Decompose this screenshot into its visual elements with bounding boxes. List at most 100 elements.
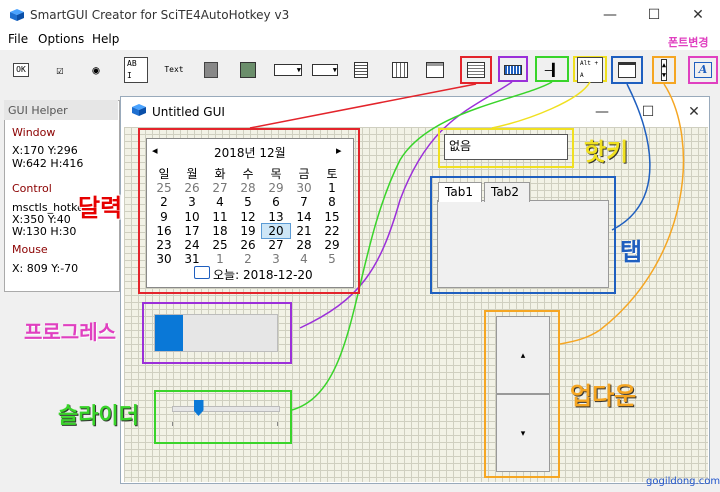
treeview-tool[interactable] [426, 62, 444, 78]
slider-track [172, 406, 280, 412]
listbox-tool[interactable] [354, 62, 368, 78]
calendar-weekday: 목 [270, 167, 282, 181]
calendar-day[interactable]: 1 [206, 252, 234, 266]
calendar-next-button[interactable]: ▸ [336, 144, 342, 157]
updown-down-button[interactable]: ▾ [496, 394, 550, 472]
calendar-day[interactable]: 3 [178, 195, 206, 209]
calendar-day[interactable]: 29 [318, 238, 346, 252]
groupbox-tool[interactable] [204, 62, 218, 78]
calendar-day[interactable]: 27 [206, 181, 234, 195]
calendar-day[interactable]: 16 [150, 224, 178, 238]
calendar-day[interactable]: 25 [150, 181, 178, 195]
helper-mouse-pos: X: 809 Y:-70 [12, 262, 79, 275]
calendar-day[interactable]: 25 [206, 238, 234, 252]
progress-tool[interactable] [504, 62, 522, 78]
helper-mouse-label: Mouse [12, 243, 48, 256]
calendar-day[interactable]: 12 [234, 210, 262, 224]
picture-tool[interactable] [240, 62, 256, 78]
calendar-day[interactable]: 18 [206, 224, 234, 238]
updown-up-button[interactable]: ▴ [496, 316, 550, 394]
calendar-day[interactable]: 1 [318, 181, 346, 195]
calendar-weekday: 수 [242, 167, 254, 181]
calendar-day[interactable]: 26 [178, 181, 206, 195]
calendar-day[interactable]: 9 [150, 210, 178, 224]
calendar-today-link[interactable]: 오늘: 2018-12-20 [213, 266, 313, 283]
calendar-day[interactable]: 24 [178, 238, 206, 252]
calendar-day[interactable]: 4 [290, 252, 318, 266]
calendar-day[interactable]: 6 [262, 195, 290, 209]
calendar-day[interactable]: 30 [290, 181, 318, 195]
picture-icon [240, 62, 256, 78]
annotation-font: 폰트변경 [668, 36, 709, 49]
font-tool[interactable]: A [692, 62, 714, 78]
annotation-calendar: 달력 [78, 194, 123, 222]
calendar-day[interactable]: 14 [290, 210, 318, 224]
calendar-day[interactable]: 28 [290, 238, 318, 252]
menu-help[interactable]: Help [92, 32, 119, 46]
calendar-day[interactable]: 21 [290, 224, 318, 238]
slider-tick-end [277, 422, 278, 426]
slider-tool[interactable]: —▍ [540, 62, 564, 78]
child-minimize-button[interactable]: — [580, 97, 624, 127]
calendar-day[interactable]: 11 [206, 210, 234, 224]
calendar-day[interactable]: 19 [234, 224, 262, 238]
close-button[interactable]: ✕ [676, 0, 720, 30]
checkbox-tool[interactable]: ☑ [52, 62, 68, 78]
menu-options[interactable]: Options [38, 32, 84, 46]
calendar-day-selected[interactable]: 20 [261, 222, 291, 239]
calendar-month-header[interactable]: 2018년 12월 [214, 144, 286, 161]
tab-tool[interactable] [617, 62, 637, 78]
calendar-day[interactable]: 10 [178, 210, 206, 224]
annotation-updown: 업다운 [570, 382, 637, 410]
calendar-day[interactable]: 17 [178, 224, 206, 238]
calendar-day[interactable]: 5 [318, 252, 346, 266]
calendar-day[interactable]: 28 [234, 181, 262, 195]
calendar-day[interactable]: 22 [318, 224, 346, 238]
calendar-day[interactable]: 15 [318, 210, 346, 224]
calendar-day[interactable]: 23 [150, 238, 178, 252]
calendar-day[interactable]: 7 [290, 195, 318, 209]
hotkey-tool[interactable]: Alt + A [577, 57, 603, 83]
calendar-tool[interactable] [466, 62, 486, 78]
listview-tool[interactable] [392, 62, 408, 78]
calendar-day[interactable]: 4 [206, 195, 234, 209]
calendar-day[interactable]: 5 [234, 195, 262, 209]
tab-1[interactable]: Tab1 [438, 182, 482, 202]
minimize-button[interactable]: — [588, 0, 632, 30]
tab-2[interactable]: Tab2 [484, 182, 530, 202]
child-maximize-button[interactable]: ☐ [626, 97, 670, 127]
calendar-day[interactable]: 26 [234, 238, 262, 252]
calendar-day[interactable]: 31 [178, 252, 206, 266]
combobox-icon: ▼ [312, 64, 338, 76]
updown-icon: ▲ ▼ [660, 59, 668, 81]
child-close-button[interactable]: ✕ [672, 97, 716, 127]
annotation-hotkey: 핫키 [584, 138, 629, 166]
calendar-day[interactable]: 8 [318, 195, 346, 209]
maximize-button[interactable]: ☐ [632, 0, 676, 30]
listview-icon [392, 62, 408, 78]
annotation-tab: 탭 [620, 238, 643, 266]
button-tool[interactable]: OK [10, 62, 32, 78]
dropdown-tool[interactable]: ▼ [274, 62, 302, 78]
progress-icon [504, 65, 522, 75]
slider-icon: —▍ [544, 63, 560, 77]
treeview-icon [426, 62, 444, 78]
calendar-day[interactable]: 29 [262, 181, 290, 195]
calendar-day[interactable]: 2 [234, 252, 262, 266]
edit-tool[interactable]: AB I [124, 57, 148, 83]
calendar-prev-button[interactable]: ◂ [152, 144, 158, 157]
radio-tool[interactable]: ◉ [88, 62, 104, 78]
text-tool[interactable]: Text [162, 62, 186, 78]
calendar-day[interactable]: 3 [262, 252, 290, 266]
menu-file[interactable]: File [8, 32, 28, 46]
edit-icon: AB I [124, 57, 148, 83]
radio-icon: ◉ [92, 63, 100, 77]
listbox-icon [354, 62, 368, 78]
combobox-tool[interactable]: ▼ [312, 62, 338, 78]
calendar-day[interactable]: 30 [150, 252, 178, 266]
hotkey-field[interactable]: 없음 [444, 134, 568, 160]
updown-tool[interactable]: ▲ ▼ [656, 58, 672, 82]
calendar-day[interactable]: 13 [262, 210, 290, 224]
calendar-day[interactable]: 27 [262, 238, 290, 252]
calendar-day[interactable]: 2 [150, 195, 178, 209]
